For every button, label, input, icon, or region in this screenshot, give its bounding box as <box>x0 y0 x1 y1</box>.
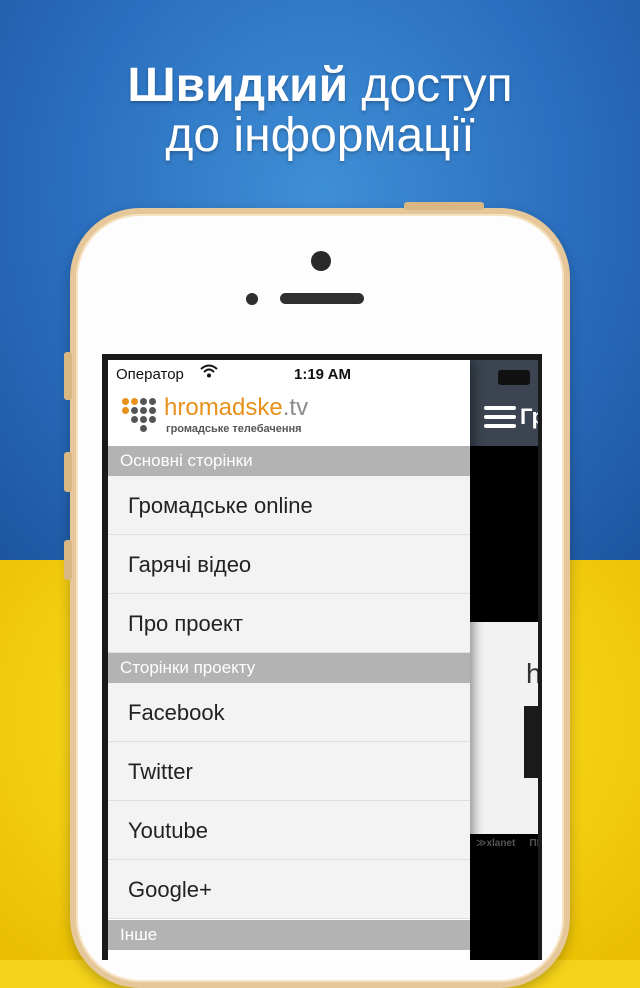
hromadske-logo-icon <box>122 396 162 432</box>
phone-screen: Гр h ≫xlanet ПІ Оператор 1:19 AM h <box>102 354 542 960</box>
brand-name: hromadske.tv <box>164 394 309 421</box>
main-app-content-card: h ≫xlanet ПІ <box>470 622 542 849</box>
front-camera <box>311 251 331 271</box>
proximity-sensor <box>246 293 258 305</box>
main-app-navbar: Гр <box>470 360 538 446</box>
menu-item-hot-videos[interactable]: Гарячі відео <box>108 535 470 594</box>
menu-item-hromadske-online[interactable]: Громадське online <box>108 476 470 535</box>
section-header-project-pages: Сторінки проекту <box>108 653 470 683</box>
main-app-title: Гр <box>520 404 538 429</box>
mute-switch <box>64 352 72 400</box>
carrier-label: Оператор <box>116 366 184 383</box>
content-heading-fragment: h <box>526 658 542 689</box>
menu-item-google-plus[interactable]: Google+ <box>108 860 470 919</box>
volume-down-button <box>64 540 72 580</box>
headline-line-1: Швидкий доступ <box>127 59 513 112</box>
main-app-view[interactable]: Гр h ≫xlanet ПІ <box>470 360 542 960</box>
battery-icon <box>498 370 530 385</box>
menu-item-facebook[interactable]: Facebook <box>108 683 470 742</box>
content-heading-bar <box>524 706 538 778</box>
volume-up-button <box>64 452 72 492</box>
section-header-other: Інше <box>108 920 470 950</box>
menu-item-youtube[interactable]: Youtube <box>108 801 470 860</box>
partner-logos: ≫xlanet ПІ <box>476 838 540 849</box>
side-menu-drawer: Оператор 1:19 AM hromadske.tv громадське… <box>108 360 470 960</box>
menu-item-about-project[interactable]: Про проект <box>108 594 470 653</box>
section-header-main: Основні сторінки <box>108 446 470 476</box>
earpiece-speaker <box>280 293 364 304</box>
partner-logo-2: ПІ <box>529 838 540 849</box>
status-time: 1:19 AM <box>294 366 351 383</box>
status-bar: Оператор 1:19 AM <box>108 360 470 388</box>
brand-header: hromadske.tv громадське телебачення <box>108 388 470 446</box>
hamburger-menu-icon[interactable] <box>484 406 516 433</box>
power-button <box>404 202 484 210</box>
brand-subtitle: громадське телебачення <box>166 423 302 435</box>
partner-logo-1: ≫xlanet <box>476 838 516 849</box>
headline-line-2: до інформації <box>165 109 475 162</box>
wifi-icon <box>200 364 218 382</box>
menu-item-twitter[interactable]: Twitter <box>108 742 470 801</box>
